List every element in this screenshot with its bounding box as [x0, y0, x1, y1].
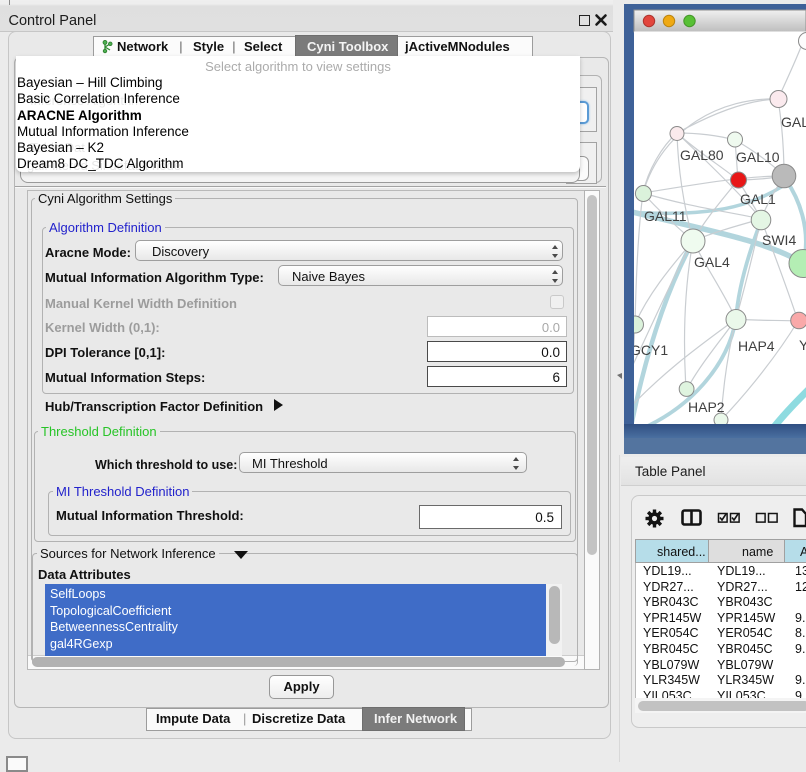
svg-text:HAP4: HAP4	[738, 338, 775, 354]
svg-text:GAL4: GAL4	[694, 254, 730, 270]
svg-text:SWI4: SWI4	[762, 232, 796, 248]
svg-text:GAL: GAL	[781, 114, 806, 130]
svg-text:GAL1: GAL1	[740, 191, 776, 207]
svg-text:GAL80: GAL80	[680, 147, 724, 163]
svg-text:GAL11: GAL11	[644, 208, 687, 224]
svg-text:GCY1: GCY1	[630, 342, 668, 358]
svg-text:Y: Y	[799, 337, 806, 353]
svg-text:HAP2: HAP2	[688, 399, 725, 415]
svg-text:GAL10: GAL10	[736, 149, 780, 165]
